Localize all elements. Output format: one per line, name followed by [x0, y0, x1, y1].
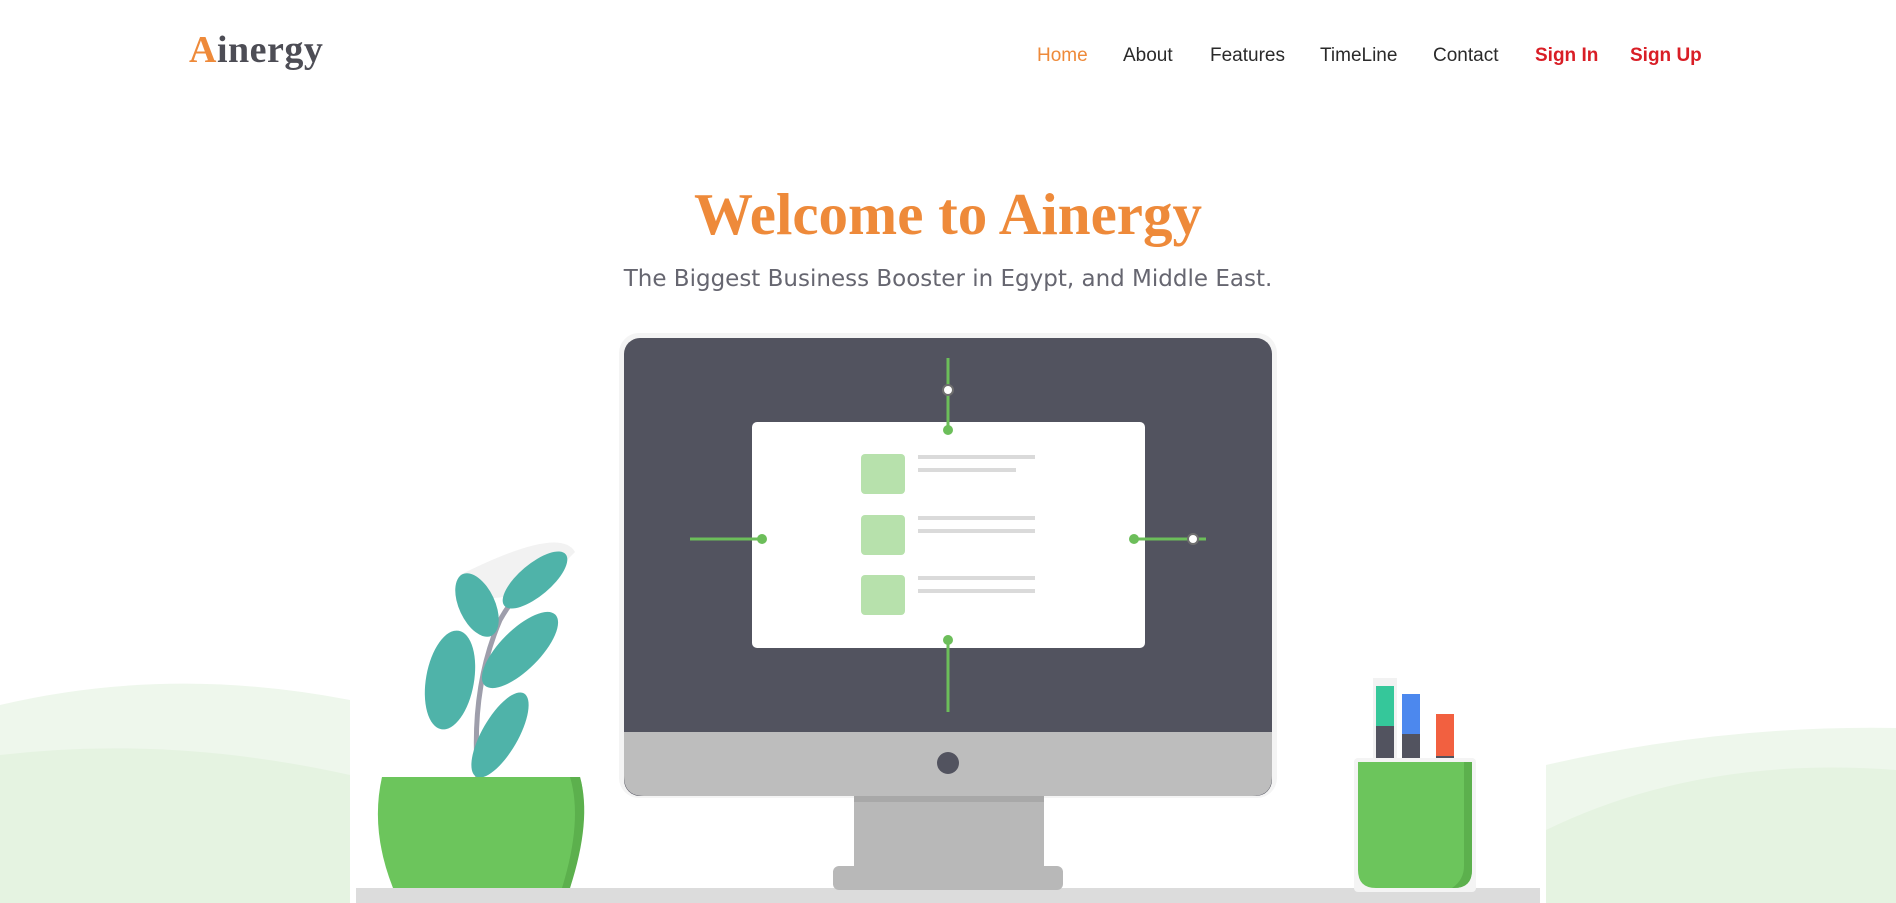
brand-initial: A: [189, 29, 217, 71]
brand-logo[interactable]: Ainergy: [189, 28, 323, 72]
nav-about-link[interactable]: About: [1123, 45, 1173, 67]
sign-up-link[interactable]: Sign Up: [1630, 45, 1702, 67]
nav-home-link[interactable]: Home: [1037, 45, 1088, 67]
pen-holder-icon: [1354, 678, 1476, 892]
hero-illustration: [0, 333, 1896, 903]
site-header: Ainergy Home About Features TimeLine Con…: [0, 0, 1896, 110]
hero-title: Welcome to Ainergy: [694, 181, 1202, 247]
plant-icon: [377, 542, 585, 888]
nav-timeline-link[interactable]: TimeLine: [1320, 45, 1397, 67]
monitor-icon: [619, 333, 1277, 890]
sign-in-link[interactable]: Sign In: [1535, 45, 1598, 67]
brand-name-rest: inergy: [216, 29, 324, 71]
nav-contact-link[interactable]: Contact: [1433, 45, 1498, 67]
hero-subtitle: The Biggest Business Booster in Egypt, a…: [623, 266, 1273, 292]
nav-features-link[interactable]: Features: [1210, 45, 1285, 67]
